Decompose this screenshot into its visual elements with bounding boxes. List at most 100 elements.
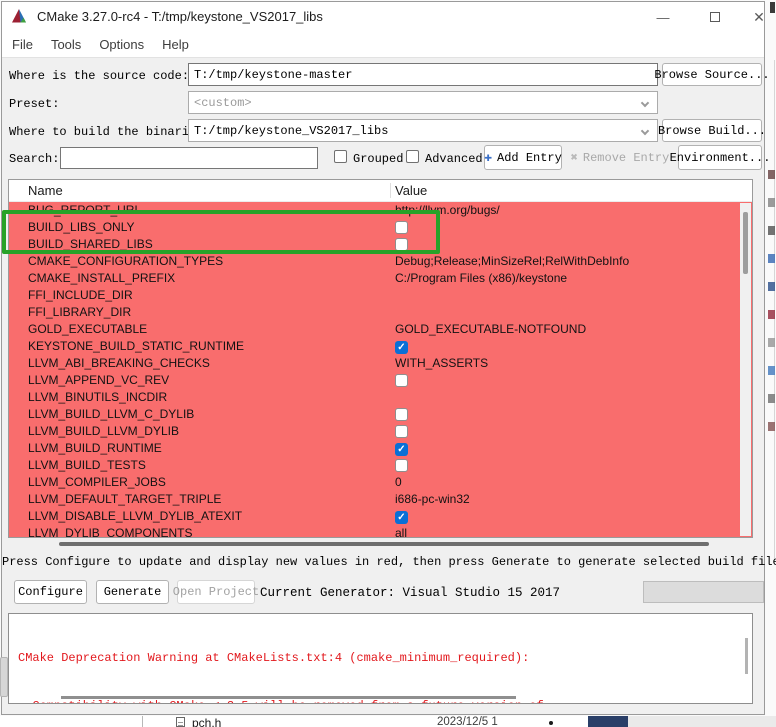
table-row[interactable]: LLVM_ABI_BREAKING_CHECKS WITH_ASSERTS (9, 355, 752, 372)
table-row[interactable]: BUILD_SHARED_LIBS (9, 236, 752, 253)
screen: pch.h 2023/12/5 1 CMake 3.27.0-rc4 - T:/… (0, 0, 776, 727)
build-path-combobox[interactable]: T:/tmp/keystone_VS2017_libs (188, 119, 658, 142)
entry-name: LLVM_APPEND_VC_REV (28, 373, 170, 387)
entry-checkbox[interactable] (395, 374, 408, 387)
cache-table-body: BUG_REPORT_URL http://llvm.org/bugs/BUILD… (9, 202, 752, 537)
entry-value-cell: http://llvm.org/bugs/ (395, 203, 500, 217)
entry-name: LLVM_DEFAULT_TARGET_TRIPLE (28, 492, 222, 506)
build-path-value: T:/tmp/keystone_VS2017_libs (194, 123, 389, 138)
entry-checkbox[interactable]: ✓ (395, 511, 408, 524)
menu-file[interactable]: File (12, 37, 33, 52)
configure-button[interactable]: Configure (14, 580, 87, 604)
table-row[interactable]: GOLD_EXECUTABLE GOLD_EXECUTABLE-NOTFOUND (9, 321, 752, 338)
table-horizontal-scrollbar[interactable] (59, 542, 709, 546)
background-file-name: pch.h (192, 716, 222, 727)
add-entry-button[interactable]: ✚ Add Entry (484, 145, 562, 170)
table-row[interactable]: LLVM_DYLIB_COMPONENTS all (9, 525, 752, 537)
grouped-label: Grouped (353, 152, 404, 166)
background-window-fragment (768, 170, 775, 179)
cmake-window: CMake 3.27.0-rc4 - T:/tmp/keystone_VS201… (1, 1, 776, 715)
background-window-fragment (768, 366, 775, 375)
table-row[interactable]: BUG_REPORT_URL http://llvm.org/bugs/ (9, 202, 752, 219)
entry-name: LLVM_COMPILER_JOBS (28, 475, 166, 489)
background-selection-block (588, 716, 628, 727)
configure-hint: Press Configure to update and display ne… (2, 555, 776, 569)
scrollbar-thumb[interactable] (743, 212, 748, 274)
entry-value: WITH_ASSERTS (395, 356, 489, 370)
entry-name: LLVM_BUILD_LLVM_DYLIB (28, 424, 179, 438)
table-row[interactable]: LLVM_BUILD_LLVM_C_DYLIB (9, 406, 752, 423)
entry-name: KEYSTONE_BUILD_STATIC_RUNTIME (28, 339, 245, 353)
table-row[interactable]: LLVM_COMPILER_JOBS 0 (9, 474, 752, 491)
build-label: Where to build the binaries: (9, 125, 211, 139)
entry-name: CMAKE_CONFIGURATION_TYPES (28, 254, 224, 268)
generate-button[interactable]: Generate (96, 580, 169, 604)
preset-value: <custom> (194, 95, 252, 110)
entry-checkbox[interactable] (395, 425, 408, 438)
table-row[interactable]: LLVM_BINUTILS_INCDIR (9, 389, 752, 406)
cmake-logo-icon (11, 8, 27, 29)
log-vertical-scrollbar[interactable] (745, 638, 748, 674)
background-explorer-strip: pch.h 2023/12/5 1 (0, 716, 776, 727)
advanced-checkbox[interactable] (406, 150, 419, 163)
preset-label: Preset: (9, 97, 60, 111)
search-input[interactable] (60, 147, 318, 169)
progress-bar (643, 581, 764, 603)
menu-help[interactable]: Help (162, 37, 189, 52)
log-horizontal-scrollbar[interactable] (61, 696, 516, 699)
titlebar: CMake 3.27.0-rc4 - T:/tmp/keystone_VS201… (2, 2, 765, 31)
entry-name: LLVM_DISABLE_LLVM_DYLIB_ATEXIT (28, 509, 243, 523)
table-row[interactable]: CMAKE_CONFIGURATION_TYPES Debug;Release;M… (9, 253, 752, 270)
table-row[interactable]: KEYSTONE_BUILD_STATIC_RUNTIME ✓ (9, 338, 752, 355)
table-row[interactable]: LLVM_DEFAULT_TARGET_TRIPLE i686-pc-win32 (9, 491, 752, 508)
grouped-checkbox[interactable] (334, 150, 347, 163)
table-row[interactable]: LLVM_DISABLE_LLVM_DYLIB_ATEXIT ✓ (9, 508, 752, 525)
entry-value-cell (395, 424, 408, 441)
background-window-fragment (768, 422, 775, 431)
entry-value-cell (395, 458, 408, 475)
table-row[interactable]: LLVM_APPEND_VC_REV (9, 372, 752, 389)
background-block (628, 716, 776, 727)
entry-value: http://llvm.org/bugs/ (395, 203, 500, 217)
menu-tools[interactable]: Tools (51, 37, 81, 52)
table-vertical-scrollbar[interactable] (740, 203, 751, 536)
table-row[interactable]: FFI_LIBRARY_DIR (9, 304, 752, 321)
browse-source-button[interactable]: Browse Source... (654, 63, 770, 86)
browse-build-button[interactable]: Browse Build... (658, 119, 766, 142)
table-row[interactable]: LLVM_BUILD_LLVM_DYLIB (9, 423, 752, 440)
remove-entry-button[interactable]: ✖ Remove Entry (568, 145, 672, 170)
background-window-fragment (768, 198, 775, 207)
log-line: CMake Deprecation Warning at CMakeLists.… (18, 651, 530, 665)
log-text: CMake Deprecation Warning at CMakeLists.… (9, 614, 752, 703)
table-row[interactable]: BUILD_LIBS_ONLY (9, 219, 752, 236)
entry-value-cell (395, 407, 408, 424)
add-entry-label: Add Entry (497, 150, 562, 165)
preset-combobox[interactable]: <custom> (188, 91, 658, 114)
table-row[interactable]: LLVM_BUILD_RUNTIME ✓ (9, 440, 752, 457)
environment-button[interactable]: Environment... (670, 145, 770, 170)
background-window-fragment (768, 338, 775, 347)
table-row[interactable]: FFI_INCLUDE_DIR (9, 287, 752, 304)
close-button[interactable]: ✕ (746, 6, 772, 28)
menu-options[interactable]: Options (99, 37, 144, 52)
minimize-button[interactable]: — (650, 6, 676, 28)
entry-checkbox[interactable] (395, 459, 408, 472)
source-path-input[interactable] (188, 63, 658, 86)
remove-entry-label: Remove Entry (582, 150, 670, 165)
entry-checkbox[interactable]: ✓ (395, 443, 408, 456)
search-label: Search: (9, 152, 60, 166)
table-row[interactable]: LLVM_BUILD_TESTS (9, 457, 752, 474)
entry-value-cell: ✓ (395, 339, 408, 354)
open-project-button[interactable]: Open Project (173, 580, 259, 604)
entry-value-cell: Debug;Release;MinSizeRel;RelWithDebInfo (395, 254, 629, 268)
background-window-fragment (768, 310, 775, 319)
entry-checkbox[interactable]: ✓ (395, 341, 408, 354)
entry-value: Debug;Release;MinSizeRel;RelWithDebInfo (395, 254, 630, 268)
maximize-button[interactable] (702, 6, 728, 28)
entry-checkbox[interactable] (395, 238, 408, 251)
entry-checkbox[interactable] (395, 221, 408, 234)
table-row[interactable]: CMAKE_INSTALL_PREFIX C:/Program Files (x8… (9, 270, 752, 287)
table-header: Name Value (9, 180, 752, 202)
entry-checkbox[interactable] (395, 408, 408, 421)
chevron-down-icon (640, 98, 650, 108)
